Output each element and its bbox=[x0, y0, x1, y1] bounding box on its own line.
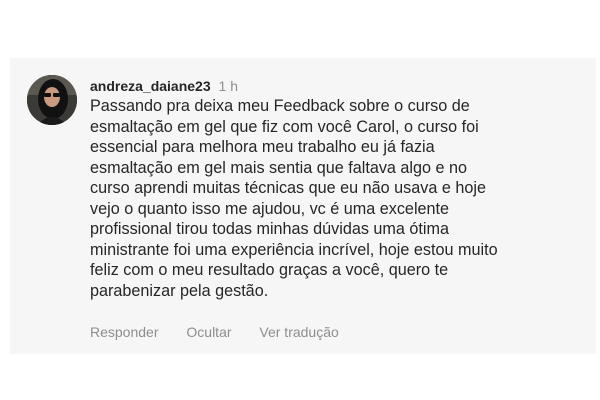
avatar-photo-icon bbox=[27, 75, 77, 125]
see-translation-button[interactable]: Ver tradução bbox=[259, 324, 338, 340]
comment-header: andreza_daiane23 1 h bbox=[90, 78, 238, 94]
comment-text: Passando pra deixa meu Feedback sobre o … bbox=[90, 97, 498, 300]
user-avatar[interactable] bbox=[27, 75, 77, 125]
username-link[interactable]: andreza_daiane23 bbox=[90, 78, 211, 94]
comment-card: andreza_daiane23 1 h Passando pra deixa … bbox=[10, 58, 596, 354]
hide-button[interactable]: Ocultar bbox=[186, 324, 231, 340]
comment-time[interactable]: 1 h bbox=[219, 78, 238, 94]
reply-button[interactable]: Responder bbox=[90, 324, 159, 340]
comment-actions: Responder Ocultar Ver tradução bbox=[90, 324, 363, 340]
